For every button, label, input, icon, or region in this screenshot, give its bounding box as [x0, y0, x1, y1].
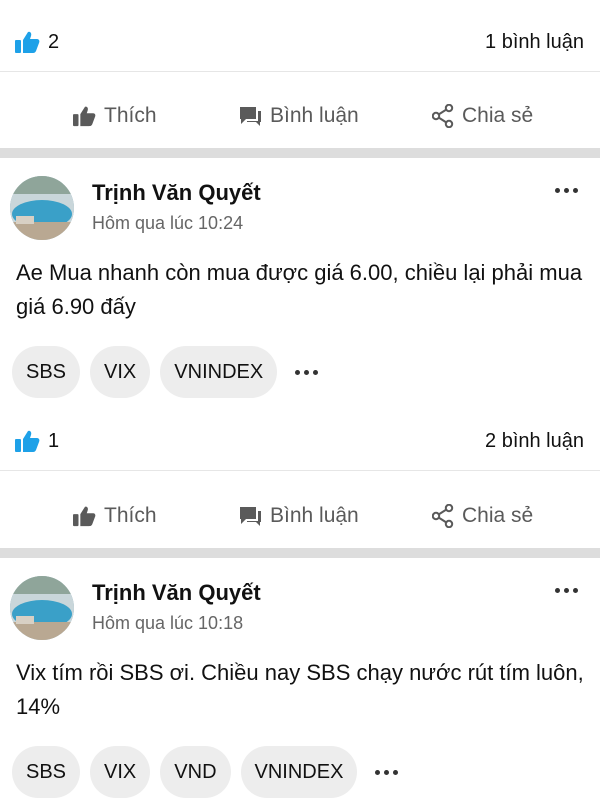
chat-bubble-icon	[240, 507, 261, 526]
share-button-label: Chia sẻ	[462, 504, 534, 527]
thumbs-up-outline-icon	[73, 106, 96, 127]
post1-stats-row: 2 1 bình luận	[0, 7, 600, 77]
post2-like-count[interactable]: 1	[14, 429, 59, 453]
thumbs-up-icon	[15, 430, 40, 452]
comment-button-label: Bình luận	[270, 104, 359, 127]
post3-tags: SBS VIX VND VNINDEX	[12, 746, 402, 798]
tag-chip[interactable]: VIX	[90, 346, 151, 398]
post1-like-count[interactable]: 2	[14, 30, 59, 54]
post-time: Hôm qua lúc 10:24	[92, 213, 244, 233]
author-name[interactable]: Trịnh Văn Quyết	[92, 580, 261, 606]
post1-actions: Thích Bình luận Chia sẻ	[0, 88, 600, 148]
post1-like-count-text: 2	[48, 30, 60, 53]
post-text: Ae Mua nhanh còn mua được giá 6.00, chiề…	[16, 260, 583, 319]
tag-chip[interactable]: VND	[160, 746, 231, 798]
post2-comment-button[interactable]: Bình luận	[238, 504, 359, 528]
post2-like-count-text: 1	[48, 429, 60, 452]
post2-share-button[interactable]: Chia sẻ	[432, 504, 533, 528]
post-separator	[0, 148, 600, 158]
post1-share-button[interactable]: Chia sẻ	[432, 104, 533, 128]
author-name[interactable]: Trịnh Văn Quyết	[92, 180, 261, 206]
post-text: Vix tím rồi SBS ơi. Chiều nay SBS chạy n…	[16, 660, 584, 719]
share-icon	[432, 104, 454, 128]
divider	[0, 470, 600, 471]
post2-stats-row: 1 2 bình luận	[0, 406, 600, 476]
chat-bubble-icon	[240, 107, 261, 126]
avatar-image	[10, 176, 74, 240]
share-icon	[432, 504, 454, 528]
comment-button-label: Bình luận	[270, 504, 359, 527]
post-time: Hôm qua lúc 10:18	[92, 613, 244, 633]
post2-comment-count[interactable]: 2 bình luận	[485, 430, 584, 453]
share-button-label: Chia sẻ	[462, 104, 534, 127]
post1-comment-count[interactable]: 1 bình luận	[485, 31, 584, 54]
post2-actions: Thích Bình luận Chia sẻ	[0, 488, 600, 548]
post2-like-button[interactable]: Thích	[72, 504, 157, 528]
tag-chip[interactable]: VNINDEX	[240, 746, 358, 798]
more-horizontal-icon[interactable]	[555, 188, 578, 193]
post-separator	[0, 548, 600, 558]
tag-chip[interactable]: SBS	[12, 346, 81, 398]
more-horizontal-icon[interactable]	[555, 588, 578, 593]
more-tags-icon[interactable]	[291, 366, 322, 379]
more-tags-icon[interactable]	[371, 766, 402, 779]
tag-chip[interactable]: VNINDEX	[160, 346, 278, 398]
avatar-image	[10, 576, 74, 640]
divider	[0, 71, 600, 72]
avatar[interactable]	[10, 576, 74, 640]
avatar[interactable]	[10, 176, 74, 240]
like-button-label: Thích	[104, 104, 157, 127]
tag-chip[interactable]: VIX	[90, 746, 151, 798]
post1-like-button[interactable]: Thích	[72, 104, 157, 128]
thumbs-up-icon	[15, 31, 40, 53]
like-button-label: Thích	[104, 504, 157, 527]
post1-comment-button[interactable]: Bình luận	[238, 104, 359, 128]
thumbs-up-outline-icon	[73, 506, 96, 527]
post2-tags: SBS VIX VNINDEX	[12, 346, 322, 398]
tag-chip[interactable]: SBS	[12, 746, 81, 798]
